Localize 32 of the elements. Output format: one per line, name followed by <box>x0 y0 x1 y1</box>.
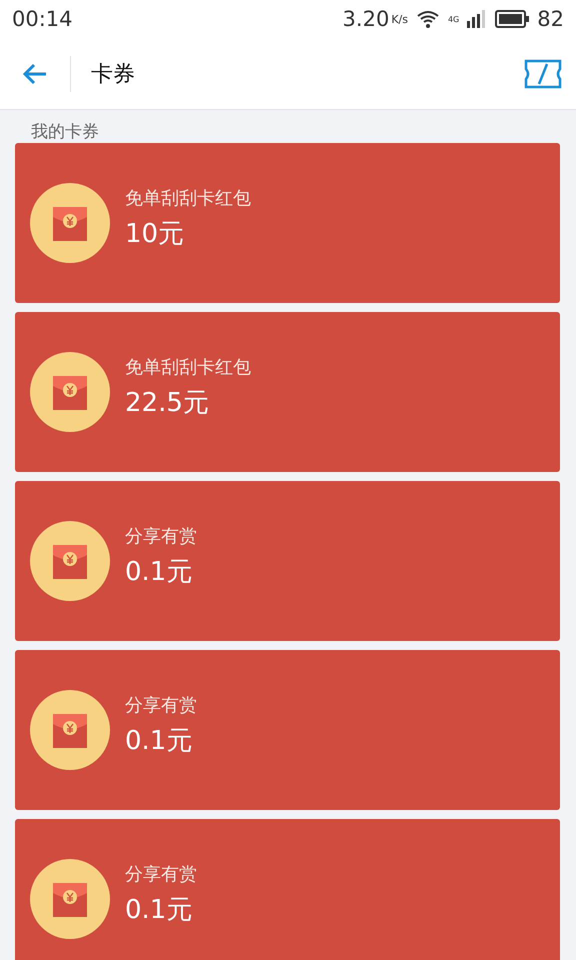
envelope-icon <box>30 859 110 939</box>
envelope-icon <box>30 690 110 770</box>
network-speed: 3.20 <box>342 7 390 31</box>
coupon-amount: 0.1元 <box>125 894 194 926</box>
coupon-card[interactable]: 免单刮刮卡红包 22.5元 <box>15 312 560 472</box>
coupon-name: 分享有赏 <box>125 694 197 716</box>
coupon-amount: 22.5元 <box>125 386 210 420</box>
coupon-amount: 0.1元 <box>125 724 194 758</box>
coupon-amount: 0.1元 <box>125 556 194 588</box>
section-title: 我的卡券 <box>30 121 100 143</box>
speed-unit: K/s <box>391 13 408 26</box>
back-arrow-icon[interactable] <box>22 62 48 86</box>
wifi-icon <box>416 9 440 29</box>
envelope-icon <box>30 183 110 263</box>
envelope-icon <box>30 521 110 601</box>
coupon-name: 分享有赏 <box>125 524 197 548</box>
battery-icon <box>495 10 530 28</box>
coupon-card[interactable]: 分享有赏 0.1元 <box>15 481 560 641</box>
signal-icon <box>467 10 488 28</box>
coupon-name: 免单刮刮卡红包 <box>125 186 251 210</box>
status-time: 00:14 <box>12 7 73 31</box>
coupon-card[interactable]: 分享有赏 0.1元 <box>15 650 560 810</box>
coupon-amount: 10元 <box>125 218 186 250</box>
coupon-card[interactable]: 分享有赏 0.1元 <box>15 819 560 960</box>
battery-level: 82 <box>537 7 564 31</box>
coupon-card[interactable]: 免单刮刮卡红包 10元 <box>15 143 560 303</box>
page-title: 卡券 <box>91 60 135 88</box>
coupon-name: 分享有赏 <box>125 862 197 886</box>
ticket-icon[interactable] <box>524 58 562 88</box>
network-type: 4G <box>448 15 460 24</box>
coupon-name: 免单刮刮卡红包 <box>125 356 251 378</box>
envelope-icon <box>30 352 110 432</box>
